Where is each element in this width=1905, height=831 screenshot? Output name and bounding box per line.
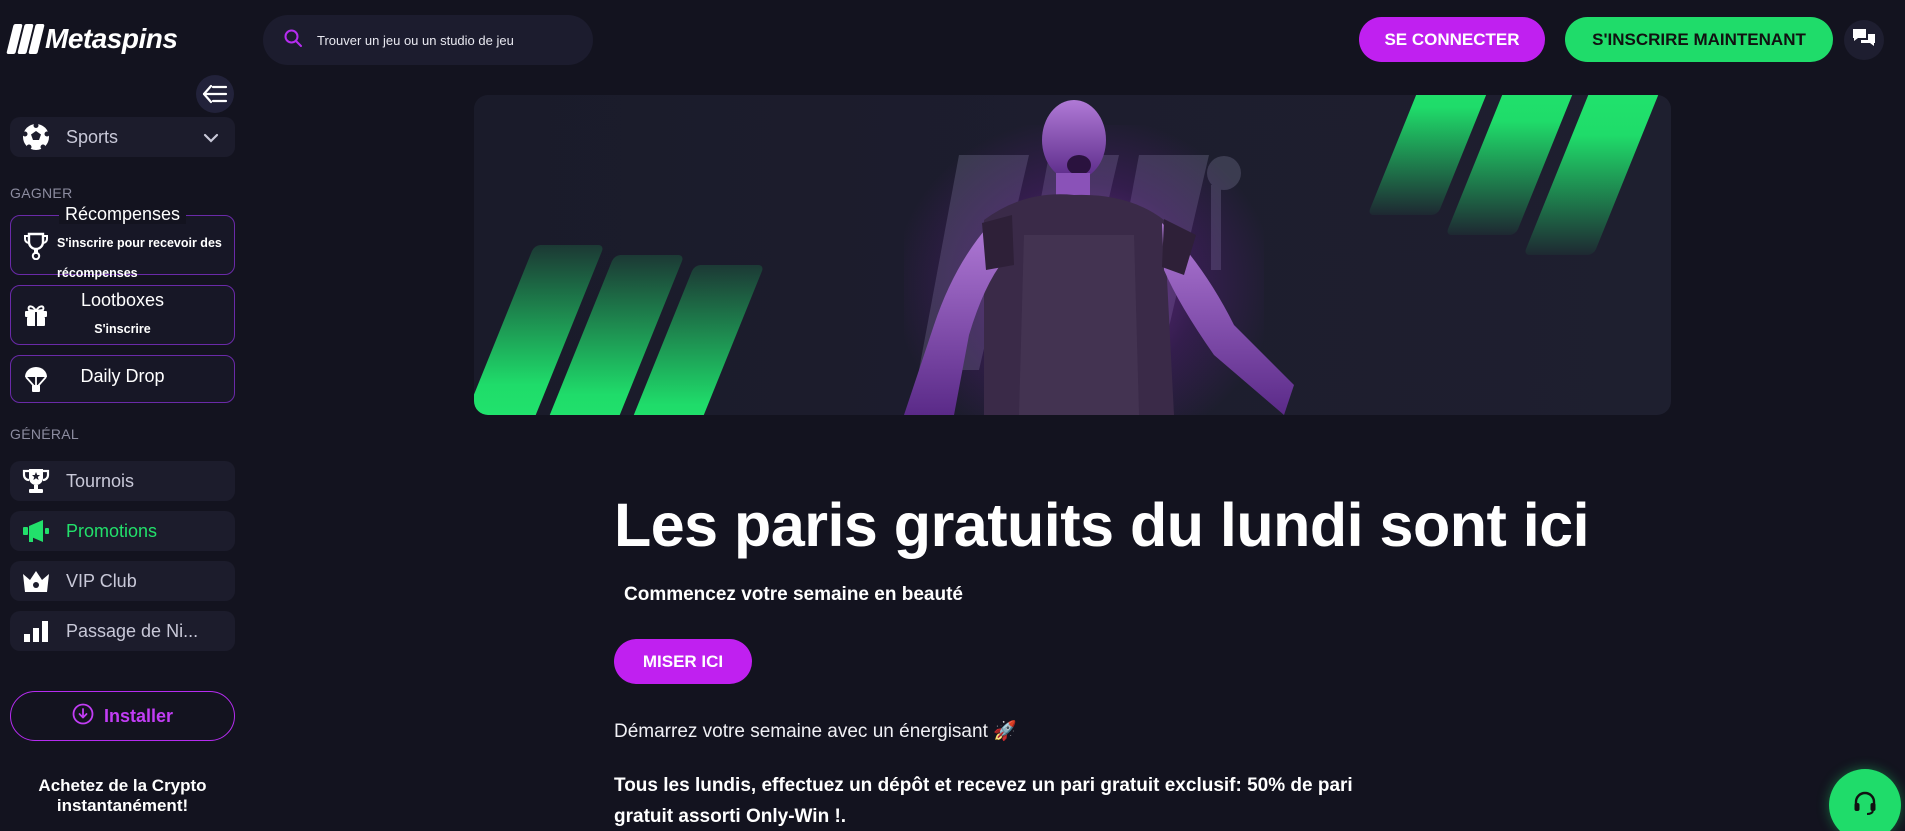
sidebar: Metaspins Sports GAGNER Récompenses S'in… [0,0,245,831]
sidebar-item-promotions[interactable]: Promotions [10,511,235,551]
lootboxes-card[interactable]: Lootboxes S'inscrire [10,285,235,345]
sidebar-item-label: Passage de Ni... [66,620,199,641]
brand-name: Metaspins [45,23,178,54]
sidebar-item-tournaments[interactable]: Tournois [10,461,235,501]
section-label-earn: GAGNER [10,185,73,201]
sidebar-item-label: Promotions [66,520,158,541]
logo-mark-icon [6,24,45,54]
register-button[interactable]: S'INSCRIRE MAINTENANT [1565,17,1833,62]
daily-drop-card[interactable]: Daily Drop [10,355,235,403]
trophy-icon [20,465,52,497]
sidebar-item-label: Sports [66,126,119,147]
promo-description-line1: Tous les lundis, effectuez un dépôt et r… [614,775,1353,796]
daily-drop-title: Daily Drop [80,366,165,386]
collapse-sidebar-button[interactable] [196,75,234,113]
promo-headline: Les paris gratuits du lundi sont ici [614,491,1590,559]
celebrating-player-image [904,100,1294,415]
promo-description-line2: gratuit assorti Only-Win !. [614,806,847,827]
megaphone-icon [20,515,52,547]
search-input[interactable] [317,32,567,48]
login-button[interactable]: SE CONNECTER [1359,17,1545,62]
promo-subheadline: Commencez votre semaine en beauté [624,584,963,605]
collapse-arrow-icon [202,84,228,104]
chevron-down-icon [203,127,219,148]
rewards-subtitle-line2: récompenses [57,266,138,280]
live-chat-button[interactable] [1844,20,1884,60]
buy-crypto-promo[interactable]: Achetez de la Crypto instantanément! [10,776,235,816]
rewards-title: Récompenses [11,204,234,225]
brand-logo[interactable]: Metaspins [6,22,178,56]
rewards-subtitle-line1: S'inscrire pour recevoir des [57,236,222,250]
sidebar-item-level-up[interactable]: Passage de Ni... [10,611,235,651]
sidebar-item-label: VIP Club [66,570,137,591]
bar-chart-icon [20,615,52,647]
install-label: Installer [103,705,174,726]
buy-crypto-line1: Achetez de la Crypto [38,776,207,795]
install-button[interactable]: Installer [10,691,235,741]
lootboxes-title: Lootboxes [80,290,165,310]
promo-banner [474,95,1671,415]
support-chat-button[interactable] [1829,769,1901,831]
chat-bubbles-icon [1851,26,1877,55]
section-label-general: GÉNÉRAL [10,426,80,442]
crown-icon [20,565,52,597]
promo-intro-text: Démarrez votre semaine avec un énergisan… [614,721,1017,742]
download-icon [72,703,94,730]
soccer-ball-icon [20,121,52,153]
search-bar[interactable] [263,15,593,65]
trophy-icon [21,231,51,261]
promo-description: Tous les lundis, effectuez un dépôt et r… [614,770,1374,831]
headset-icon [1852,790,1878,821]
rewards-title-text: Récompenses [58,204,187,224]
sidebar-item-label: Tournois [66,470,135,491]
bet-here-button[interactable]: MISER ICI [614,639,752,684]
search-icon [283,28,303,53]
buy-crypto-line2: instantanément! [56,796,189,815]
rewards-card[interactable]: Récompenses S'inscrire pour recevoir des… [10,204,235,280]
lootboxes-subtitle: S'inscrire [94,322,151,336]
sidebar-item-vip-club[interactable]: VIP Club [10,561,235,601]
sidebar-item-sports[interactable]: Sports [10,117,235,157]
